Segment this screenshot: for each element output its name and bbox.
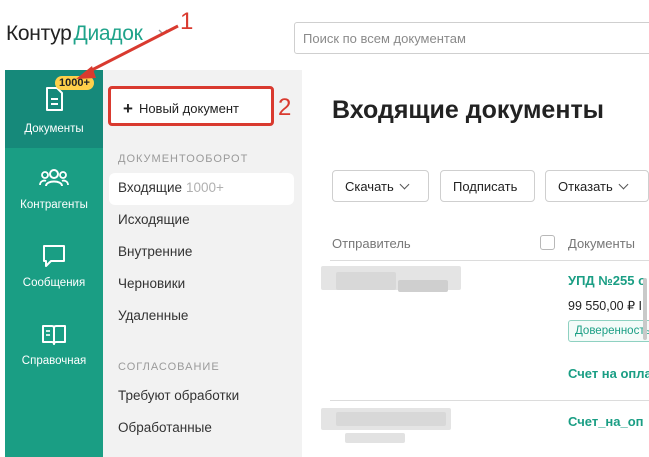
nav-item-outgoing[interactable]: Исходящие bbox=[118, 212, 190, 227]
document-title-link[interactable]: УПД №255 о bbox=[568, 273, 646, 288]
document-title-link[interactable]: Счет_на_оп bbox=[568, 414, 644, 429]
download-label: Скачать bbox=[345, 179, 394, 194]
message-icon bbox=[43, 245, 65, 267]
app-header: КонтурДиадок Поиск по всем документам bbox=[0, 0, 649, 70]
row-divider bbox=[330, 260, 649, 261]
document-title-link[interactable]: Счет на опла bbox=[568, 366, 649, 381]
chevron-down-icon bbox=[399, 179, 410, 190]
app-logo[interactable]: КонтурДиадок bbox=[6, 22, 143, 46]
nav-item-needs-processing[interactable]: Требуют обработки bbox=[118, 388, 239, 403]
nav-item-deleted[interactable]: Удаленные bbox=[118, 308, 188, 323]
nav-item-incoming[interactable]: Входящие 1000+ bbox=[118, 180, 224, 195]
document-tag: Доверенность bbox=[568, 320, 649, 342]
row-divider bbox=[330, 400, 649, 401]
logo-diadoc: Диадок bbox=[73, 22, 143, 45]
reject-label: Отказать bbox=[558, 179, 613, 194]
reject-button[interactable]: Отказать bbox=[545, 170, 649, 202]
new-document-button[interactable]: + Новый документ bbox=[108, 86, 274, 126]
sign-label: Подписать bbox=[453, 179, 518, 194]
new-document-label: Новый документ bbox=[138, 101, 239, 116]
column-header-documents: Документы bbox=[568, 236, 636, 251]
incoming-count: 1000+ bbox=[186, 180, 224, 195]
chevron-down-icon bbox=[618, 179, 629, 190]
blurred-sender bbox=[336, 412, 446, 426]
select-all-checkbox[interactable] bbox=[540, 235, 555, 250]
sidebar-item-documents[interactable]: 1000+ Документы bbox=[5, 70, 103, 148]
nav-item-processed[interactable]: Обработанные bbox=[118, 420, 212, 435]
sidebar-item-label: Справочная bbox=[21, 355, 87, 367]
nav-item-internal[interactable]: Внутренние bbox=[118, 244, 192, 259]
blurred-sender bbox=[345, 433, 405, 443]
blurred-sender bbox=[336, 272, 396, 290]
nav-item-label: Входящие bbox=[118, 180, 183, 195]
blurred-sender bbox=[398, 280, 448, 292]
sidebar-item-counterparties[interactable]: Контрагенты bbox=[5, 156, 103, 234]
documents-count-badge: 1000+ bbox=[55, 76, 94, 90]
logo-kontur: Контур bbox=[6, 22, 72, 45]
secondary-nav: + Новый документ ДОКУМЕНТООБОРОТ Входящие… bbox=[103, 70, 302, 457]
download-button[interactable]: Скачать bbox=[332, 170, 429, 202]
sidebar-item-messages[interactable]: Сообщения bbox=[5, 235, 103, 313]
scrollbar[interactable] bbox=[643, 278, 647, 340]
nav-item-drafts[interactable]: Черновики bbox=[118, 276, 185, 291]
annotation-number-2: 2 bbox=[278, 94, 292, 121]
sidebar-item-label: Контрагенты bbox=[20, 199, 88, 211]
search-input[interactable]: Поиск по всем документам bbox=[294, 22, 649, 54]
sidebar-item-label: Документы bbox=[24, 123, 84, 135]
page-title: Входящие документы bbox=[332, 96, 605, 124]
users-icon bbox=[39, 169, 69, 187]
annotation-number-1: 1 bbox=[180, 8, 194, 35]
main-sidebar: 1000+ Документы Контрагенты Сообщения Сп… bbox=[5, 70, 103, 457]
section-title-docflow: ДОКУМЕНТООБОРОТ bbox=[118, 153, 249, 165]
book-icon bbox=[42, 325, 66, 345]
sidebar-item-label: Сообщения bbox=[22, 277, 86, 289]
sidebar-item-help[interactable]: Справочная bbox=[5, 313, 103, 391]
column-header-sender: Отправитель bbox=[332, 236, 411, 251]
section-title-approval: СОГЛАСОВАНИЕ bbox=[118, 361, 220, 373]
document-amount: 99 550,00 ₽ I bbox=[568, 299, 642, 313]
chevron-down-icon[interactable] bbox=[158, 27, 168, 37]
plus-icon: + bbox=[123, 99, 133, 118]
sign-button[interactable]: Подписать bbox=[440, 170, 535, 202]
